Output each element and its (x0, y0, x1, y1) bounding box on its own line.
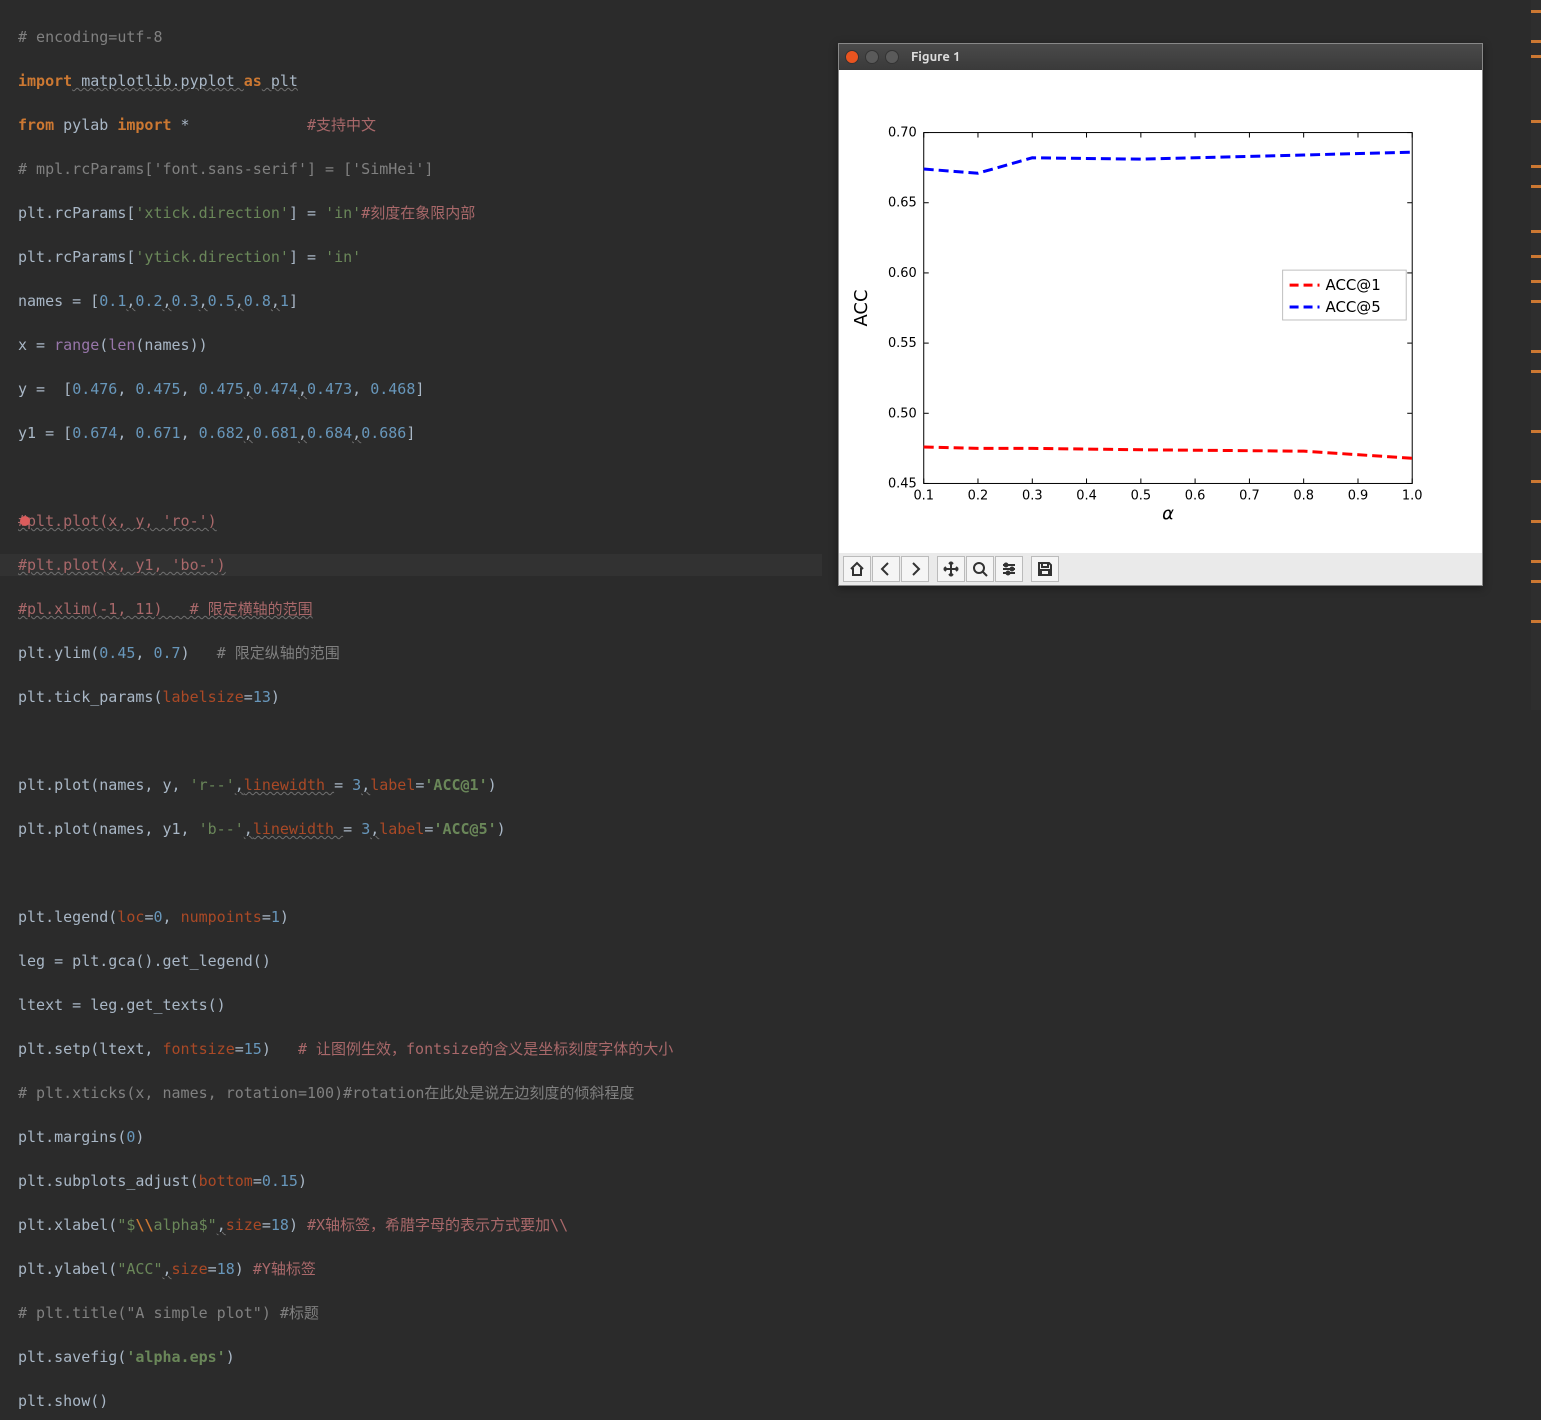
window-titlebar[interactable]: Figure 1 (839, 44, 1482, 70)
breakpoint-icon[interactable] (20, 516, 30, 526)
error-stripe[interactable] (1531, 0, 1541, 710)
save-icon[interactable] (1031, 556, 1059, 582)
home-icon[interactable] (843, 556, 871, 582)
svg-text:0.70: 0.70 (888, 126, 917, 141)
x-axis-label: α (1162, 503, 1174, 524)
line-acc5 (924, 152, 1412, 173)
y-axis-label: ACC (851, 290, 872, 327)
svg-text:0.4: 0.4 (1076, 488, 1097, 503)
back-icon[interactable] (872, 556, 900, 582)
svg-text:0.6: 0.6 (1185, 488, 1206, 503)
minimize-icon[interactable] (865, 50, 879, 64)
svg-text:0.9: 0.9 (1348, 488, 1369, 503)
svg-text:0.60: 0.60 (888, 266, 917, 281)
svg-text:0.65: 0.65 (888, 196, 917, 211)
configure-icon[interactable] (995, 556, 1023, 582)
svg-text:0.8: 0.8 (1293, 488, 1314, 503)
current-line: #plt.plot(x, y1, 'bo-') (0, 554, 822, 576)
svg-text:1.0: 1.0 (1402, 488, 1423, 503)
matplotlib-toolbar (839, 553, 1482, 585)
plot-canvas: 0.45 0.50 0.55 0.60 0.65 0.70 0.1 0.2 (839, 70, 1482, 553)
svg-text:0.1: 0.1 (913, 488, 934, 503)
code-editor[interactable]: # encoding=utf-8 import matplotlib.pyplo… (0, 0, 840, 710)
svg-text:0.2: 0.2 (968, 488, 989, 503)
svg-text:0.7: 0.7 (1239, 488, 1260, 503)
line-acc1 (924, 447, 1412, 458)
legend: ACC@1 ACC@5 (1283, 270, 1407, 320)
svg-text:0.55: 0.55 (888, 336, 917, 351)
svg-text:0.45: 0.45 (888, 476, 917, 491)
svg-text:ACC@5: ACC@5 (1325, 298, 1380, 316)
svg-text:ACC@1: ACC@1 (1325, 276, 1380, 294)
svg-text:0.3: 0.3 (1022, 488, 1043, 503)
code-text: # encoding=utf-8 (18, 28, 163, 46)
forward-icon[interactable] (901, 556, 929, 582)
window-title: Figure 1 (911, 50, 960, 64)
svg-text:0.50: 0.50 (888, 406, 917, 421)
zoom-icon[interactable] (966, 556, 994, 582)
close-icon[interactable] (845, 50, 859, 64)
figure-window[interactable]: Figure 1 0.45 0.50 0.55 0.60 0.65 0.70 (838, 43, 1483, 586)
svg-text:0.5: 0.5 (1131, 488, 1152, 503)
pan-icon[interactable] (937, 556, 965, 582)
maximize-icon[interactable] (885, 50, 899, 64)
